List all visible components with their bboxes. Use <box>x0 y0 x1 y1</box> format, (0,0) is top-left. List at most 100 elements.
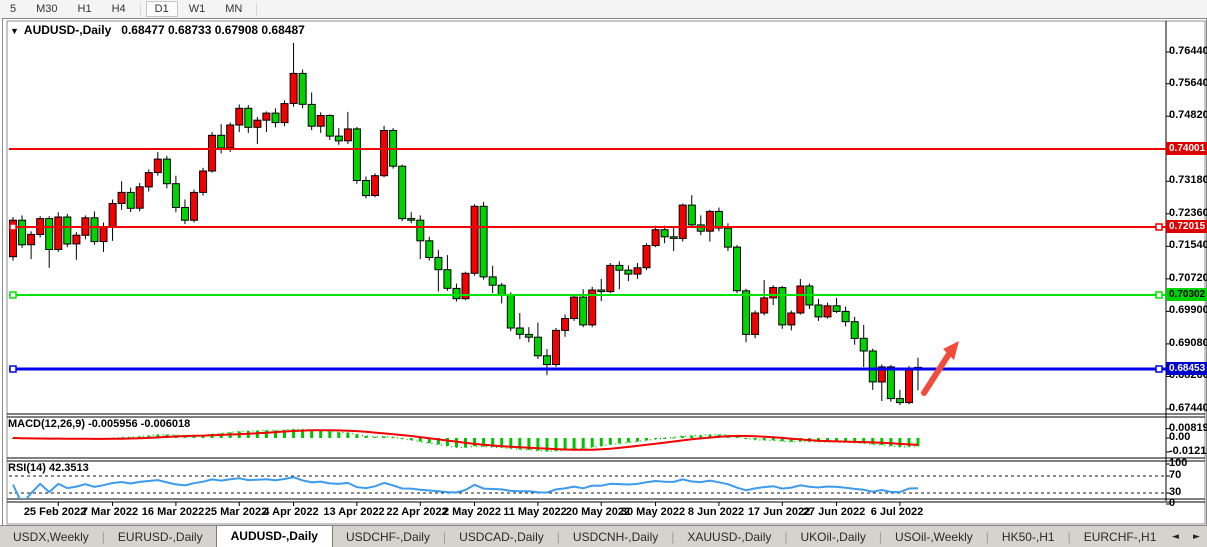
candle-body-up <box>761 298 768 313</box>
candle-body-up <box>643 246 650 268</box>
price-axis-label: 0.75640 <box>1169 77 1207 89</box>
candle-body-up <box>372 176 379 196</box>
macd-histogram-bar <box>346 433 349 438</box>
rsi-axis-label: 0 <box>1169 497 1175 509</box>
candle-body-down <box>734 247 741 291</box>
candle-body-down <box>182 208 189 221</box>
price-badge-0.74001: 0.74001 <box>1166 142 1207 155</box>
hline-handle[interactable] <box>10 292 16 298</box>
symbol-tab-usdx-weekly[interactable]: USDX,Weekly <box>0 527 102 547</box>
terminal-window: 5M30H1H4D1W1MN ▼AUDUSD-,Daily0.68477 0.6… <box>0 0 1207 547</box>
price-axis-label: 0.74820 <box>1169 109 1207 121</box>
chart-frame <box>2 18 1207 526</box>
chart-title: ▼AUDUSD-,Daily0.68477 0.68733 0.67908 0.… <box>10 23 305 37</box>
hline-handle[interactable] <box>10 224 16 230</box>
candle-body-down <box>725 228 732 247</box>
macd-histogram-bar <box>319 431 322 439</box>
chart-symbol-label: AUDUSD-,Daily <box>24 23 111 37</box>
candle-body-up <box>281 104 288 123</box>
symbol-tab-usdcnh-daily[interactable]: USDCNH-,Daily <box>560 527 671 547</box>
macd-histogram-bar <box>871 438 874 445</box>
date-label: 11 May 2022 <box>503 506 567 518</box>
tab-scroll-left-icon[interactable]: ◄ <box>1172 532 1179 542</box>
date-label: 27 Jun 2022 <box>803 506 865 518</box>
rsi-axis-label: 70 <box>1169 469 1181 481</box>
symbol-tab-usdcad-daily[interactable]: USDCAD-,Daily <box>446 527 557 547</box>
macd-histogram-bar <box>446 438 449 446</box>
timeframe-button-mn[interactable]: MN <box>216 1 251 17</box>
hline-handle[interactable] <box>1156 292 1162 298</box>
price-badge-0.68453: 0.68453 <box>1166 362 1207 375</box>
macd-histogram-bar <box>600 438 603 446</box>
timeframe-button-d1[interactable]: D1 <box>146 1 178 17</box>
candle-body-up <box>154 159 161 173</box>
symbol-tab-xauusd-daily[interactable]: XAUUSD-,Daily <box>674 527 784 547</box>
candle-body-down <box>127 192 134 208</box>
candle-body-up <box>553 330 560 364</box>
price-chart-canvas[interactable] <box>3 19 1207 526</box>
candle-body-down <box>779 288 786 325</box>
candle-body-up <box>344 129 351 141</box>
candle-body-down <box>833 306 840 312</box>
symbol-tab-usoil-weekly[interactable]: USOil-,Weekly <box>882 527 986 547</box>
timeframe-toolbar: 5M30H1H4 D1W1MN <box>0 0 1207 19</box>
macd-axis-label: 0.00 <box>1169 431 1190 443</box>
timeframe-button-m30[interactable]: M30 <box>27 1 66 17</box>
symbol-tab-eurchf-h1[interactable]: EURCHF-,H1 <box>1071 527 1170 547</box>
candle-body-down <box>498 285 505 295</box>
timeframe-button-h4[interactable]: H4 <box>103 1 135 17</box>
rsi-indicator-label: RSI(14) 42.3513 <box>8 462 89 474</box>
hline-handle[interactable] <box>1156 366 1162 372</box>
timeframe-button-5[interactable]: 5 <box>1 1 25 17</box>
symbol-tab-ukoil-daily[interactable]: UKOil-,Daily <box>788 527 879 547</box>
hline-handle[interactable] <box>10 366 16 372</box>
candle-body-up <box>236 108 243 125</box>
macd-histogram-bar <box>419 438 422 442</box>
price-axis-label: 0.69080 <box>1169 337 1207 349</box>
candle-body-down <box>896 399 903 403</box>
candle-body-down <box>64 217 71 244</box>
chart-dropdown-icon[interactable]: ▼ <box>10 26 19 36</box>
macd-histogram-bar <box>772 438 775 440</box>
candle-body-up <box>200 171 207 192</box>
symbol-tab-usdchf-daily[interactable]: USDCHF-,Daily <box>333 527 443 547</box>
candle-body-up <box>906 369 913 403</box>
symbol-tab-hk50-h1[interactable]: HK50-,H1 <box>989 527 1068 547</box>
candle-body-up <box>263 113 270 120</box>
hline-handle[interactable] <box>1156 224 1162 230</box>
candle-body-up <box>136 187 143 208</box>
candle-body-down <box>91 218 98 242</box>
candle-body-down <box>851 322 858 339</box>
date-label: 4 Apr 2022 <box>263 506 318 518</box>
tab-scroll-right-icon[interactable]: ► <box>1193 532 1200 542</box>
date-label: 25 Mar 2022 <box>205 506 267 518</box>
candle-body-down <box>544 356 551 365</box>
arrow-annotation-shaft[interactable] <box>924 354 949 393</box>
candle-body-up <box>824 306 831 317</box>
timeframe-button-w1[interactable]: W1 <box>180 1 215 17</box>
candle-body-down <box>507 295 514 328</box>
rsi-line <box>13 477 918 504</box>
candle-body-up <box>770 288 777 298</box>
candle-body-down <box>534 337 541 356</box>
timeframe-button-h1[interactable]: H1 <box>69 1 101 17</box>
candle-body-up <box>562 319 569 331</box>
price-axis-label: 0.72360 <box>1169 207 1207 219</box>
candle-body-up <box>100 227 107 242</box>
candle-body-down <box>598 290 605 292</box>
macd-histogram-bar <box>374 437 377 438</box>
symbol-tab-eurusd-daily[interactable]: EURUSD-,Daily <box>105 527 216 547</box>
candle-body-up <box>118 192 125 203</box>
candle-body-up <box>209 135 216 171</box>
candle-body-down <box>426 241 433 258</box>
candle-body-up <box>797 286 804 313</box>
candle-body-down <box>218 135 225 148</box>
candle-body-down <box>525 334 532 337</box>
candle-body-up <box>381 131 388 176</box>
date-label: 22 Apr 2022 <box>386 506 447 518</box>
candle-body-up <box>55 217 62 250</box>
candle-body-up <box>191 192 198 220</box>
symbol-tab-audusd-daily[interactable]: AUDUSD-,Daily <box>216 525 333 547</box>
price-axis-label: 0.76440 <box>1169 45 1207 57</box>
candle-body-down <box>815 305 822 317</box>
